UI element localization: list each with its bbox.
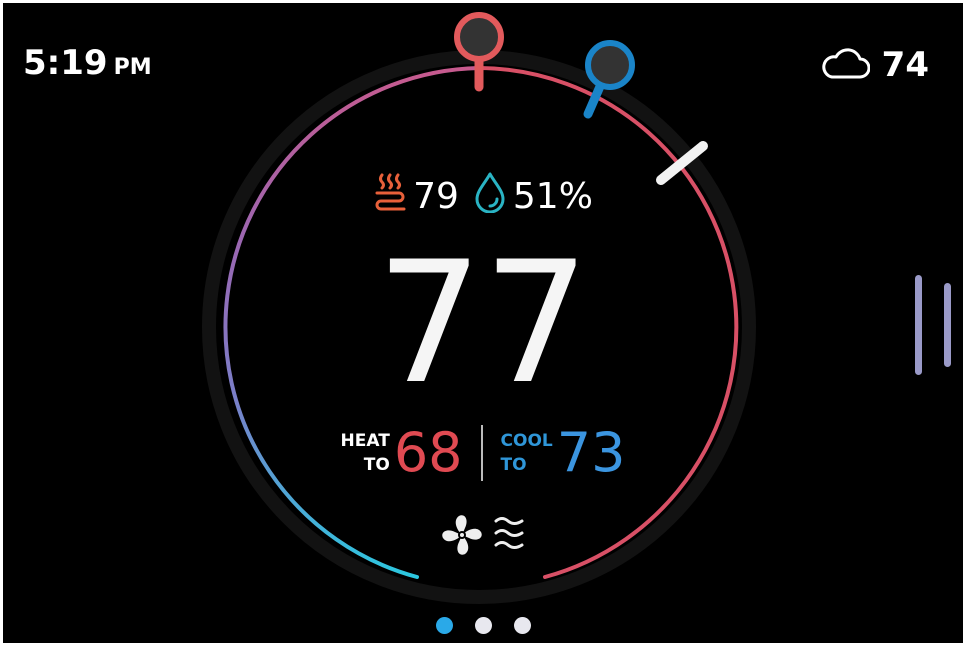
water-drop-icon — [473, 171, 507, 222]
setpoint-divider — [480, 424, 483, 481]
current-temperature: 77 — [376, 225, 590, 421]
mode-indicators[interactable] — [3, 511, 963, 563]
cool-label-bottom: TO — [500, 454, 527, 475]
cool-label-top: COOL — [500, 430, 553, 451]
drawer-handle-bar-1 — [915, 275, 922, 375]
indoor-humidity: 51% — [512, 176, 593, 217]
heat-waves-icon — [373, 172, 407, 221]
heat-setpoint[interactable]: HEAT TO 68 — [341, 421, 463, 484]
cool-setpoint[interactable]: COOL TO 73 — [501, 421, 626, 484]
page-dot-3[interactable] — [513, 617, 531, 634]
page-dot-1[interactable] — [435, 617, 453, 634]
heat-setpoint-handle[interactable] — [454, 12, 504, 92]
indoor-temperature: 79 — [413, 176, 459, 217]
heat-setpoint-label: HEAT TO — [341, 429, 390, 477]
air-flow-icon[interactable] — [492, 513, 528, 561]
page-indicator — [3, 617, 963, 634]
drawer-handle-bar-2 — [944, 283, 951, 367]
page-dot-2[interactable] — [474, 617, 492, 634]
setpoint-row: HEAT TO 68 COOL TO 73 — [3, 421, 963, 484]
heat-label-top: HEAT — [340, 430, 390, 451]
thermostat-screen: 5:19 PM 74 79 51% 77 HEAT TO 68 COOL TO … — [3, 3, 963, 643]
cool-setpoint-label: COOL TO — [501, 429, 553, 477]
heat-setpoint-value: 68 — [393, 421, 463, 484]
heat-label-bottom: TO — [363, 454, 390, 475]
indoor-conditions: 79 51% — [3, 171, 963, 222]
cool-setpoint-value: 73 — [556, 421, 626, 484]
side-drawer-handle[interactable] — [915, 273, 951, 377]
fan-icon[interactable] — [438, 511, 486, 563]
